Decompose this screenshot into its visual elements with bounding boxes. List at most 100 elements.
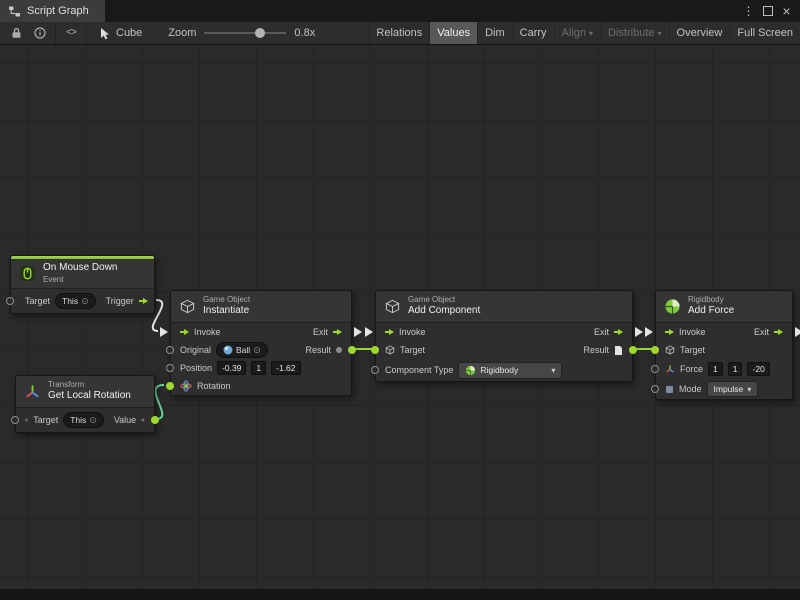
add-component-node[interactable]: Game Object Add Component Invoke Exit Ta… xyxy=(375,290,633,382)
force-y-field[interactable]: 1 xyxy=(728,362,743,376)
target-input-port[interactable] xyxy=(11,416,19,424)
exit-label: Exit xyxy=(313,327,328,337)
target-object-field[interactable]: This xyxy=(63,412,104,428)
node-row: Target This Trigger xyxy=(11,289,154,313)
distribute-button[interactable]: Distribute xyxy=(600,22,668,44)
window-controls xyxy=(741,0,800,22)
dim-button[interactable]: Dim xyxy=(477,22,512,44)
object-picker-icon[interactable] xyxy=(81,296,89,307)
force-z-field[interactable]: -20 xyxy=(747,362,769,376)
values-button[interactable]: Values xyxy=(429,22,477,44)
lock-icon[interactable] xyxy=(4,22,28,44)
target-input-port[interactable] xyxy=(651,346,659,354)
value-output-port[interactable] xyxy=(151,416,159,424)
node-title: Instantiate xyxy=(203,305,250,318)
component-type-dropdown[interactable]: Rigidbody xyxy=(458,362,562,379)
tab-script-graph[interactable]: Script Graph xyxy=(0,0,105,22)
object-picker-icon[interactable] xyxy=(89,415,97,426)
mode-input-port[interactable] xyxy=(651,385,659,393)
button-label: Relations xyxy=(376,27,422,39)
graph-canvas[interactable]: On Mouse Down Event Target This Trigger xyxy=(0,45,800,600)
titlebar: Script Graph xyxy=(0,0,800,22)
align-button[interactable]: Align xyxy=(554,22,600,44)
add-force-node[interactable]: Rigidbody Add Force Invoke Exit Target xyxy=(655,290,793,400)
invoke-label: Invoke xyxy=(399,327,426,337)
window-menu-icon[interactable] xyxy=(741,4,756,19)
mode-label: Mode xyxy=(679,384,702,394)
on-mouse-down-node[interactable]: On Mouse Down Event Target This Trigger xyxy=(10,255,155,314)
button-label: Dim xyxy=(485,27,505,39)
target-input-port[interactable] xyxy=(371,346,379,354)
dropdown-caret-icon xyxy=(747,384,751,394)
node-header[interactable]: On Mouse Down Event xyxy=(11,259,154,289)
force-x-field[interactable]: 1 xyxy=(708,362,723,376)
mode-dropdown[interactable]: Impulse xyxy=(707,381,759,397)
exit-output-port[interactable] xyxy=(354,327,362,337)
dropdown-caret-icon xyxy=(589,27,593,39)
position-y-field[interactable]: 1 xyxy=(251,361,266,375)
zoom-value: 0.8x xyxy=(294,27,315,39)
overview-button[interactable]: Overview xyxy=(669,22,730,44)
zoom-slider-handle[interactable] xyxy=(255,28,265,38)
result-label: Result xyxy=(583,345,609,355)
result-output-port[interactable] xyxy=(629,346,637,354)
script-graph-icon xyxy=(8,5,21,18)
object-picker-icon[interactable] xyxy=(253,345,261,356)
node-category: Game Object xyxy=(203,295,250,305)
fullscreen-button[interactable]: Full Screen xyxy=(729,22,800,44)
tab-title: Script Graph xyxy=(27,5,89,17)
wire-rotation-value[interactable] xyxy=(155,385,164,419)
zoom-slider-track xyxy=(204,32,286,34)
node-category: Rigidbody xyxy=(688,295,734,305)
mouse-event-icon xyxy=(19,265,36,282)
enum-type-icon xyxy=(665,385,674,394)
target-input-port[interactable] xyxy=(6,297,14,305)
flow-arrow-icon xyxy=(665,329,674,335)
get-local-rotation-node[interactable]: Transform Get Local Rotation Target This… xyxy=(15,375,155,433)
position-input-port[interactable] xyxy=(166,364,174,372)
info-icon[interactable] xyxy=(28,22,52,44)
invoke-input-port[interactable] xyxy=(365,327,373,337)
position-z-field[interactable]: -1.62 xyxy=(271,361,300,375)
target-label: Target xyxy=(25,296,50,306)
node-header[interactable]: Transform Get Local Rotation xyxy=(16,376,154,408)
flow-arrow-icon xyxy=(180,329,189,335)
target-object-field[interactable]: This xyxy=(55,293,96,309)
node-title: Add Force xyxy=(688,305,734,318)
node-header[interactable]: Rigidbody Add Force xyxy=(656,291,792,323)
graph-breadcrumb[interactable]: Cube xyxy=(90,27,152,40)
original-object-field[interactable]: Ball xyxy=(216,342,268,358)
exit-output-port[interactable] xyxy=(635,327,643,337)
original-input-port[interactable] xyxy=(166,346,174,354)
flow-arrow-icon[interactable] xyxy=(139,298,148,304)
invoke-input-port[interactable] xyxy=(645,327,653,337)
result-output-port[interactable] xyxy=(348,346,356,354)
node-title: On Mouse Down xyxy=(43,262,117,275)
target-label: Target xyxy=(680,345,705,355)
rigidbody-icon xyxy=(465,365,476,376)
component-type-input-port[interactable] xyxy=(371,366,379,374)
node-row: Mode Impulse xyxy=(656,379,792,399)
invoke-input-port[interactable] xyxy=(160,327,168,337)
object-field-value: Ball xyxy=(236,345,250,355)
rotation-type-icon xyxy=(180,380,192,392)
instantiate-node[interactable]: Game Object Instantiate Invoke Exit Orig… xyxy=(170,290,352,396)
invoke-label: Invoke xyxy=(679,327,706,337)
force-input-port[interactable] xyxy=(651,365,659,373)
node-header[interactable]: Game Object Add Component xyxy=(376,291,632,323)
carry-button[interactable]: Carry xyxy=(512,22,554,44)
flow-arrow-icon xyxy=(385,329,394,335)
position-x-field[interactable]: -0.39 xyxy=(217,361,246,375)
exit-output-port[interactable] xyxy=(795,327,800,337)
result-type-icon xyxy=(336,347,342,353)
relations-button[interactable]: Relations xyxy=(368,22,429,44)
game-object-type-icon xyxy=(385,345,395,355)
close-icon[interactable] xyxy=(779,4,794,19)
rotation-input-port[interactable] xyxy=(166,382,174,390)
node-header[interactable]: Game Object Instantiate xyxy=(171,291,351,323)
button-label: Distribute xyxy=(608,27,654,39)
maximize-icon[interactable] xyxy=(760,4,775,19)
button-label: Carry xyxy=(520,27,547,39)
zoom-slider[interactable] xyxy=(204,22,286,44)
code-icon[interactable] xyxy=(59,22,83,44)
